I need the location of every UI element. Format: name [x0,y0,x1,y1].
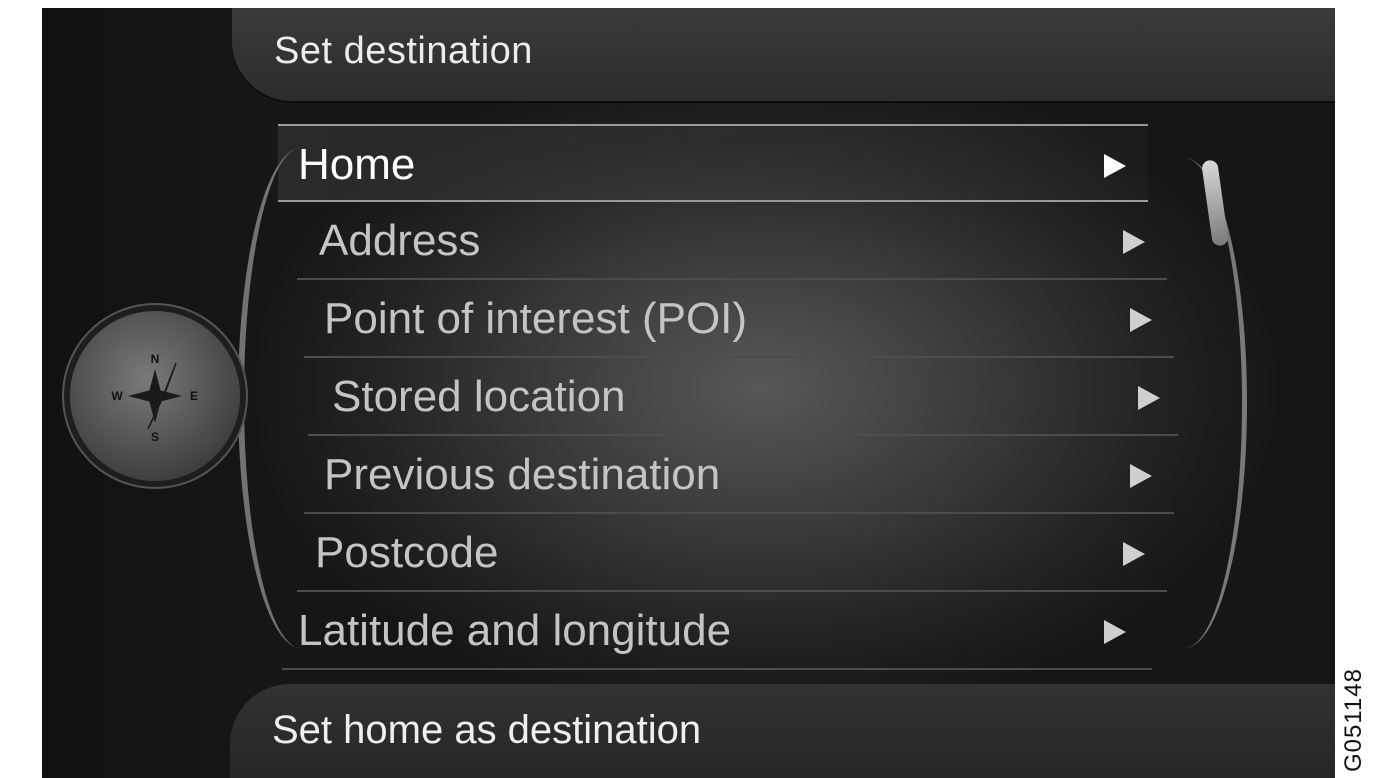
menu-item-label: Address [319,216,481,265]
compass-west-label: W [111,389,123,403]
footer-description: Set home as destination [272,708,702,752]
menu-item-postcode[interactable]: Postcode [297,514,1167,592]
menu-item-stored-location[interactable]: Stored location [308,358,1178,436]
page-title: Set destination [274,30,533,72]
figure-id-label: G051148 [1340,668,1367,772]
menu-item-label: Home [298,140,416,189]
chevron-right-icon [1123,542,1145,566]
menu-item-lat-long[interactable]: Latitude and longitude [282,592,1152,670]
menu-item-label: Point of interest (POI) [324,294,748,343]
compass-icon: N S E W [70,311,240,481]
chevron-right-icon [1130,308,1152,332]
menu-item-home[interactable]: Home [278,124,1148,202]
menu-item-address[interactable]: Address [297,202,1167,280]
compass-north-label: N [151,352,160,366]
menu-item-previous-destination[interactable]: Previous destination [304,436,1174,514]
compass-south-label: S [151,430,159,444]
menu-item-label: Postcode [315,528,499,577]
chevron-right-icon [1104,154,1126,178]
chevron-right-icon [1138,386,1160,410]
menu-item-label: Latitude and longitude [298,606,732,655]
menu-item-poi[interactable]: Point of interest (POI) [304,280,1174,358]
chevron-right-icon [1130,464,1152,488]
menu-item-label: Stored location [332,372,626,421]
compass-east-label: E [190,389,198,403]
menu-item-label: Previous destination [324,450,721,499]
chevron-right-icon [1123,230,1145,254]
chevron-right-icon [1104,620,1126,644]
navigation-screen: Set destination N S E W Home Address Poi… [42,8,1335,778]
